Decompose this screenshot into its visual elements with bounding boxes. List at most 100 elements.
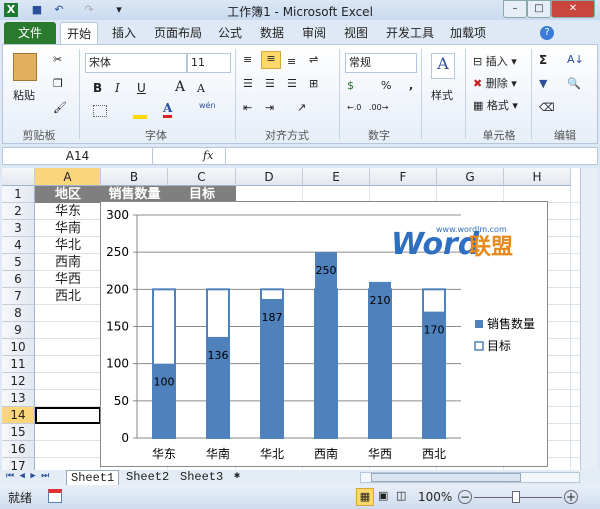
macro-record-icon[interactable] <box>48 489 62 503</box>
comma-button[interactable]: , <box>409 79 413 92</box>
row-header-14[interactable]: 14 <box>2 407 35 424</box>
bold-button[interactable]: B <box>93 81 102 95</box>
align-middle-icon[interactable]: ≡ <box>261 51 281 69</box>
column-header-H[interactable]: H <box>504 168 571 186</box>
close-button[interactable]: ✕ <box>551 0 595 18</box>
tab-data[interactable]: 数据 <box>254 22 290 44</box>
row-header-4[interactable]: 4 <box>2 237 35 254</box>
orientation-icon[interactable]: ↗ <box>297 101 306 114</box>
tab-file[interactable]: 文件 <box>4 22 56 44</box>
scrollbar-thumb[interactable] <box>371 473 521 482</box>
fill-icon[interactable]: ▼ <box>539 77 547 90</box>
formula-input[interactable] <box>225 148 597 164</box>
currency-icon[interactable]: $ <box>347 79 354 92</box>
region-cell[interactable]: 华南 <box>35 220 101 237</box>
shrink-font-button[interactable]: A <box>197 82 205 95</box>
decrease-decimal-icon[interactable]: .00→ <box>369 103 388 112</box>
sheet-tab-2[interactable]: Sheet2 <box>122 470 173 484</box>
active-cell-a14[interactable] <box>35 407 101 424</box>
row-header-8[interactable]: 8 <box>2 305 35 322</box>
region-cell[interactable]: 华西 <box>35 271 101 288</box>
insert-cells-button[interactable]: ⊟ 插入 ▾ <box>473 53 517 69</box>
column-header-C[interactable]: C <box>168 168 236 186</box>
select-all-button[interactable] <box>2 168 35 186</box>
align-left-icon[interactable]: ☰ <box>243 77 253 90</box>
row-header-2[interactable]: 2 <box>2 203 35 220</box>
decrease-indent-icon[interactable]: ⇤ <box>243 101 252 114</box>
autosum-button[interactable]: Σ <box>539 53 547 67</box>
format-painter-icon[interactable]: 🖌 <box>53 101 67 114</box>
row-header-17[interactable]: 17 <box>2 458 35 470</box>
column-header-E[interactable]: E <box>303 168 370 186</box>
row-header-10[interactable]: 10 <box>2 339 35 356</box>
help-icon[interactable]: ? <box>540 26 554 40</box>
tab-developer[interactable]: 开发工具 <box>380 22 440 44</box>
row-header-12[interactable]: 12 <box>2 373 35 390</box>
increase-decimal-icon[interactable]: ←.0 <box>347 103 361 112</box>
row-header-5[interactable]: 5 <box>2 254 35 271</box>
align-right-icon[interactable]: ☰ <box>287 77 297 90</box>
name-box[interactable]: A14 <box>3 148 153 164</box>
tab-insert[interactable]: 插入 <box>106 22 142 44</box>
row-header-7[interactable]: 7 <box>2 288 35 305</box>
region-cell[interactable]: 西南 <box>35 254 101 271</box>
format-cells-button[interactable]: ▦ 格式 ▾ <box>473 97 518 113</box>
font-name-select[interactable]: 宋体 <box>85 53 187 73</box>
sheet-tab-3[interactable]: Sheet3 <box>176 470 227 484</box>
insert-function-button[interactable]: fx <box>203 148 213 164</box>
header-cell[interactable]: 地区 <box>35 186 101 203</box>
zoom-level[interactable]: 100% <box>418 490 452 504</box>
sheet-nav-icon[interactable]: ⏮ ◀ ▶ ⏭ <box>6 471 49 481</box>
increase-indent-icon[interactable]: ⇥ <box>265 101 274 114</box>
sort-filter-icon[interactable]: A↓ <box>567 53 584 66</box>
paste-icon[interactable] <box>13 53 37 81</box>
row-header-3[interactable]: 3 <box>2 220 35 237</box>
find-icon[interactable]: 🔍 <box>567 77 581 90</box>
zoom-out-button[interactable]: − <box>458 490 472 504</box>
row-header-16[interactable]: 16 <box>2 441 35 458</box>
merge-center-icon[interactable]: ⊞ <box>309 77 318 90</box>
column-header-F[interactable]: F <box>370 168 437 186</box>
tab-addins[interactable]: 加载项 <box>444 22 492 44</box>
column-header-B[interactable]: B <box>101 168 168 186</box>
column-header-A[interactable]: A <box>35 168 101 186</box>
fill-color-icon[interactable] <box>133 115 147 119</box>
column-header-G[interactable]: G <box>437 168 504 186</box>
region-cell[interactable]: 华东 <box>35 203 101 220</box>
phonetic-button[interactable]: wén <box>199 101 216 110</box>
align-top-icon[interactable]: ≡ <box>243 53 252 66</box>
paste-button[interactable]: 粘贴 <box>13 87 35 103</box>
insert-sheet-icon[interactable]: ✱ <box>234 470 240 482</box>
tab-view[interactable]: 视图 <box>338 22 374 44</box>
vertical-scrollbar[interactable] <box>580 168 598 470</box>
delete-cells-button[interactable]: ✖ 删除 ▾ <box>473 75 517 91</box>
region-cell[interactable]: 华北 <box>35 237 101 254</box>
underline-button[interactable]: U <box>137 81 146 95</box>
copy-icon[interactable]: ❐ <box>53 77 63 90</box>
grow-font-button[interactable]: A <box>175 79 185 95</box>
styles-button[interactable]: 样式 <box>431 87 453 103</box>
tab-home[interactable]: 开始 <box>60 22 99 44</box>
row-header-15[interactable]: 15 <box>2 424 35 441</box>
italic-button[interactable]: I <box>115 81 120 95</box>
clear-icon[interactable]: ⌫ <box>539 101 555 114</box>
align-bottom-icon[interactable]: ≡ <box>287 55 296 68</box>
styles-icon[interactable]: A <box>431 53 455 79</box>
zoom-slider-thumb[interactable] <box>512 491 520 503</box>
region-cell[interactable]: 西北 <box>35 288 101 305</box>
font-color-button[interactable]: A <box>163 101 173 118</box>
normal-view-icon[interactable]: ▦ <box>356 488 374 506</box>
border-icon[interactable] <box>93 105 107 117</box>
row-header-9[interactable]: 9 <box>2 322 35 339</box>
worksheet-grid[interactable]: A B C D E F G H 1 2 3 4 5 6 7 8 9 10 11 12 13 14 15 16 17 地区 销售数量目… <box>2 168 580 470</box>
number-format-select[interactable]: 常规 <box>345 53 417 73</box>
maximize-button[interactable]: □ <box>527 0 551 18</box>
row-header-11[interactable]: 11 <box>2 356 35 373</box>
row-header-1[interactable]: 1 <box>2 186 35 203</box>
cut-icon[interactable]: ✂ <box>53 53 62 66</box>
page-layout-view-icon[interactable]: ▣ <box>378 489 388 502</box>
percent-button[interactable]: % <box>381 79 391 92</box>
tab-formulas[interactable]: 公式 <box>212 22 248 44</box>
zoom-in-button[interactable]: + <box>564 490 578 504</box>
wrap-text-icon[interactable]: ⇌ <box>309 53 318 66</box>
